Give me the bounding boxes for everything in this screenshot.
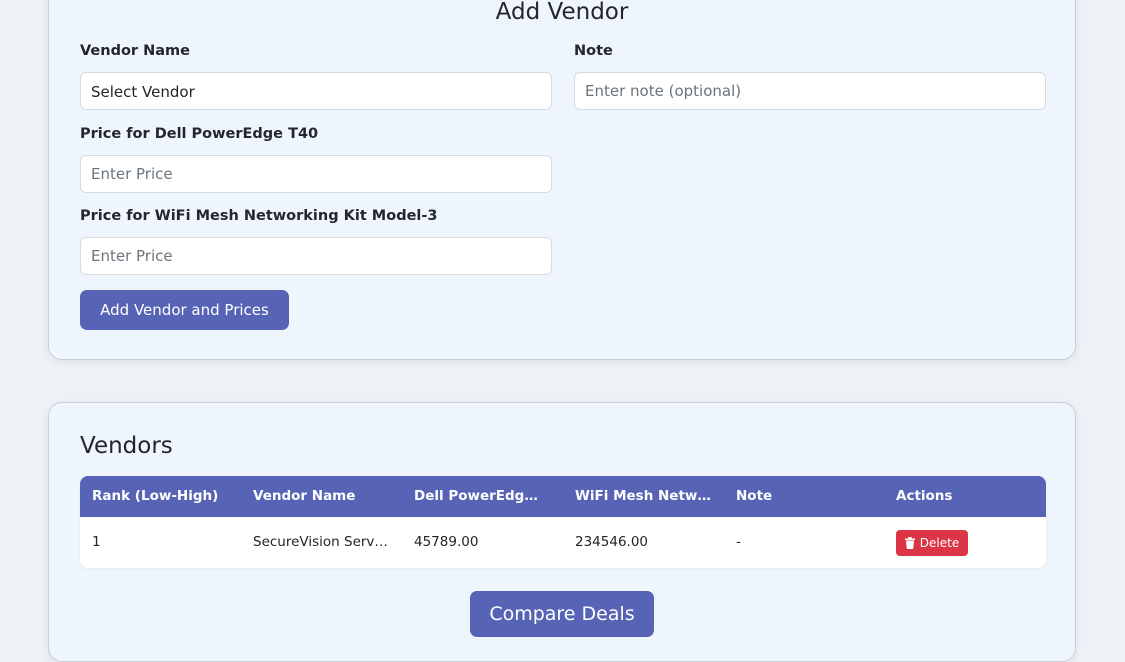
add-vendor-title: Add Vendor [495, 0, 629, 25]
vendors-card: Vendors Rank (Low-High) Vendor Name Dell… [48, 402, 1076, 662]
delete-button-label: Delete [919, 536, 960, 550]
cell-price-wifi-mesh-kit: 234546.00 [575, 534, 649, 550]
cell-price-dell-poweredge-t40: 45789.00 [414, 534, 479, 550]
note-input[interactable] [574, 72, 1046, 110]
price-label-wifi-mesh-kit: Price for WiFi Mesh Networking Kit Model… [80, 208, 438, 224]
column-header-dell-poweredge-t40[interactable]: Dell PowerEdge T40 [414, 476, 546, 517]
add-vendor-button[interactable]: Add Vendor and Prices [80, 290, 289, 330]
column-header-vendor-name[interactable]: Vendor Name [253, 476, 401, 517]
compare-deals-button[interactable]: Compare Deals [470, 591, 654, 637]
price-label-dell-poweredge-t40: Price for Dell PowerEdge T40 [80, 126, 319, 142]
column-header-actions: Actions [896, 488, 953, 504]
table-row: 1 SecureVision Services 45789.00 234546.… [80, 517, 1046, 568]
vendors-table: Rank (Low-High) Vendor Name Dell PowerEd… [80, 476, 1046, 568]
vendor-select[interactable]: Select Vendor [80, 72, 552, 110]
cell-rank: 1 [92, 534, 101, 550]
price-input-dell-poweredge-t40[interactable] [80, 155, 552, 193]
delete-button[interactable]: Delete [896, 530, 968, 556]
column-header-rank[interactable]: Rank (Low-High) [92, 476, 240, 517]
note-label: Note [574, 43, 613, 59]
table-header: Rank (Low-High) Vendor Name Dell PowerEd… [80, 476, 1046, 517]
vendors-title: Vendors [80, 433, 173, 459]
add-vendor-card: Add Vendor Vendor Name Select Vendor Not… [48, 0, 1076, 360]
trash-icon [904, 537, 915, 549]
price-input-wifi-mesh-kit[interactable] [80, 237, 552, 275]
cell-vendor-name: SecureVision Services [253, 534, 390, 550]
column-header-note[interactable]: Note [736, 476, 884, 517]
vendor-name-label: Vendor Name [80, 43, 190, 59]
column-header-wifi-mesh-kit[interactable]: WiFi Mesh Networking Kit Model-3 [575, 476, 715, 517]
cell-note: - [736, 534, 741, 550]
